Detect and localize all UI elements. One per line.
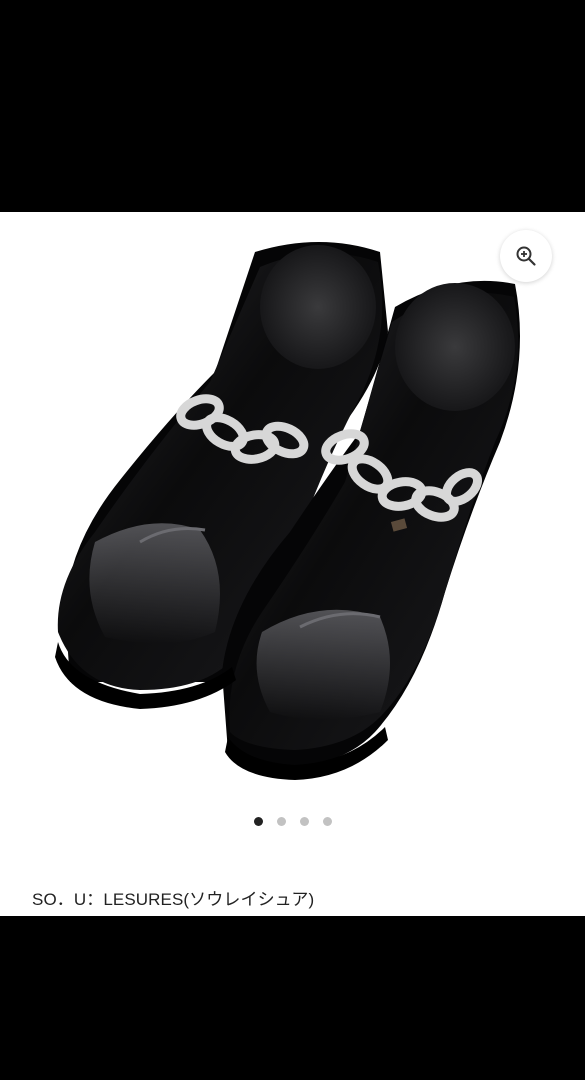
carousel-dot-2[interactable] [276,816,286,826]
top-black-band [0,0,585,212]
product-page: SO．U：LESURES(ソウレイシュア) [0,212,585,916]
product-photo [55,242,520,780]
bottom-black-band [0,916,585,1080]
carousel-dot-1[interactable] [253,816,263,826]
brand-name: SO．U：LESURES(ソウレイシュア) [32,890,315,909]
zoom-in-icon [516,246,536,266]
zoom-button[interactable] [500,230,552,282]
carousel-dot-4[interactable] [322,816,332,826]
carousel-dot-3[interactable] [299,816,309,826]
product-image-gallery[interactable] [0,212,585,812]
carousel-dots [0,814,585,828]
